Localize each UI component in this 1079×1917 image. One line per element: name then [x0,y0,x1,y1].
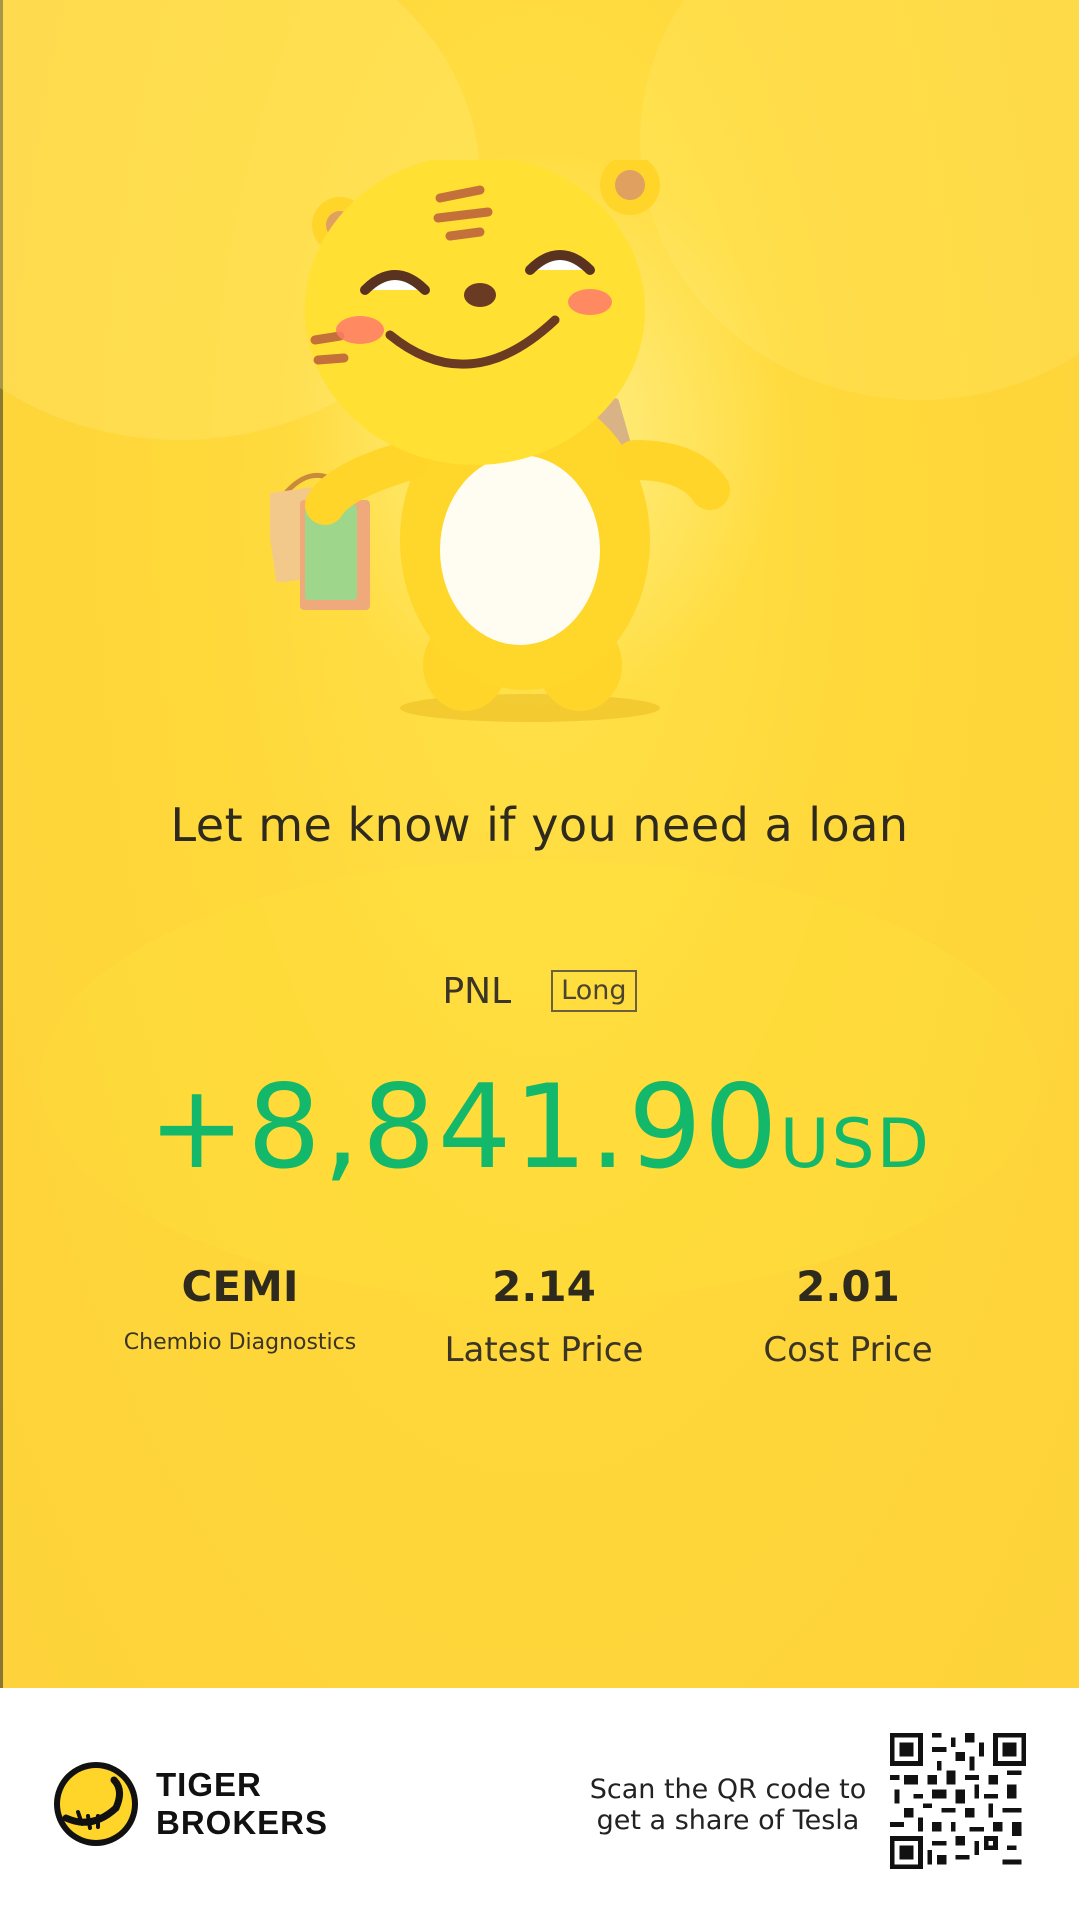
latest-price-block: 2.14 Latest Price [414,1262,674,1370]
cost-price-value: 2.01 [796,1262,900,1311]
stock-name: Chembio Diagnostics [123,1330,357,1355]
scan-instructions: Scan the QR code to get a share of Tesla [560,1774,896,1836]
scan-line-2: get a share of Tesla [596,1805,860,1836]
cost-price-block: 2.01 Cost Price [718,1262,978,1370]
position-badge: Long [551,970,637,1012]
pnl-label: PNL [442,970,512,1012]
tiger-brokers-logo-icon [54,1762,138,1846]
brand-line-2: BROKERS [156,1804,329,1841]
stock-ticker: CEMI [181,1262,299,1311]
latest-price-value: 2.14 [492,1262,596,1311]
brand-line-1: TIGER [156,1766,262,1803]
scan-line-1: Scan the QR code to [589,1774,867,1805]
qr-code-icon[interactable] [890,1733,1026,1869]
pnl-amount: +8,841.90 [147,1060,780,1195]
latest-price-label: Latest Price [444,1330,644,1370]
pnl-row: PNL Long [0,970,1079,1012]
headline: Let me know if you need a loan [170,798,909,852]
cost-price-label: Cost Price [763,1330,933,1370]
stock-ticker-block: CEMI Chembio Diagnostics [110,1262,370,1355]
tiger-mascot-icon [270,160,730,722]
pnl-currency: USD [779,1105,932,1184]
share-card: Let me know if you need a loan PNL Long … [0,0,1079,1688]
pnl-value: +8,841.90USD [0,1060,1079,1195]
brand-name: TIGER BROKERS [156,1766,328,1842]
